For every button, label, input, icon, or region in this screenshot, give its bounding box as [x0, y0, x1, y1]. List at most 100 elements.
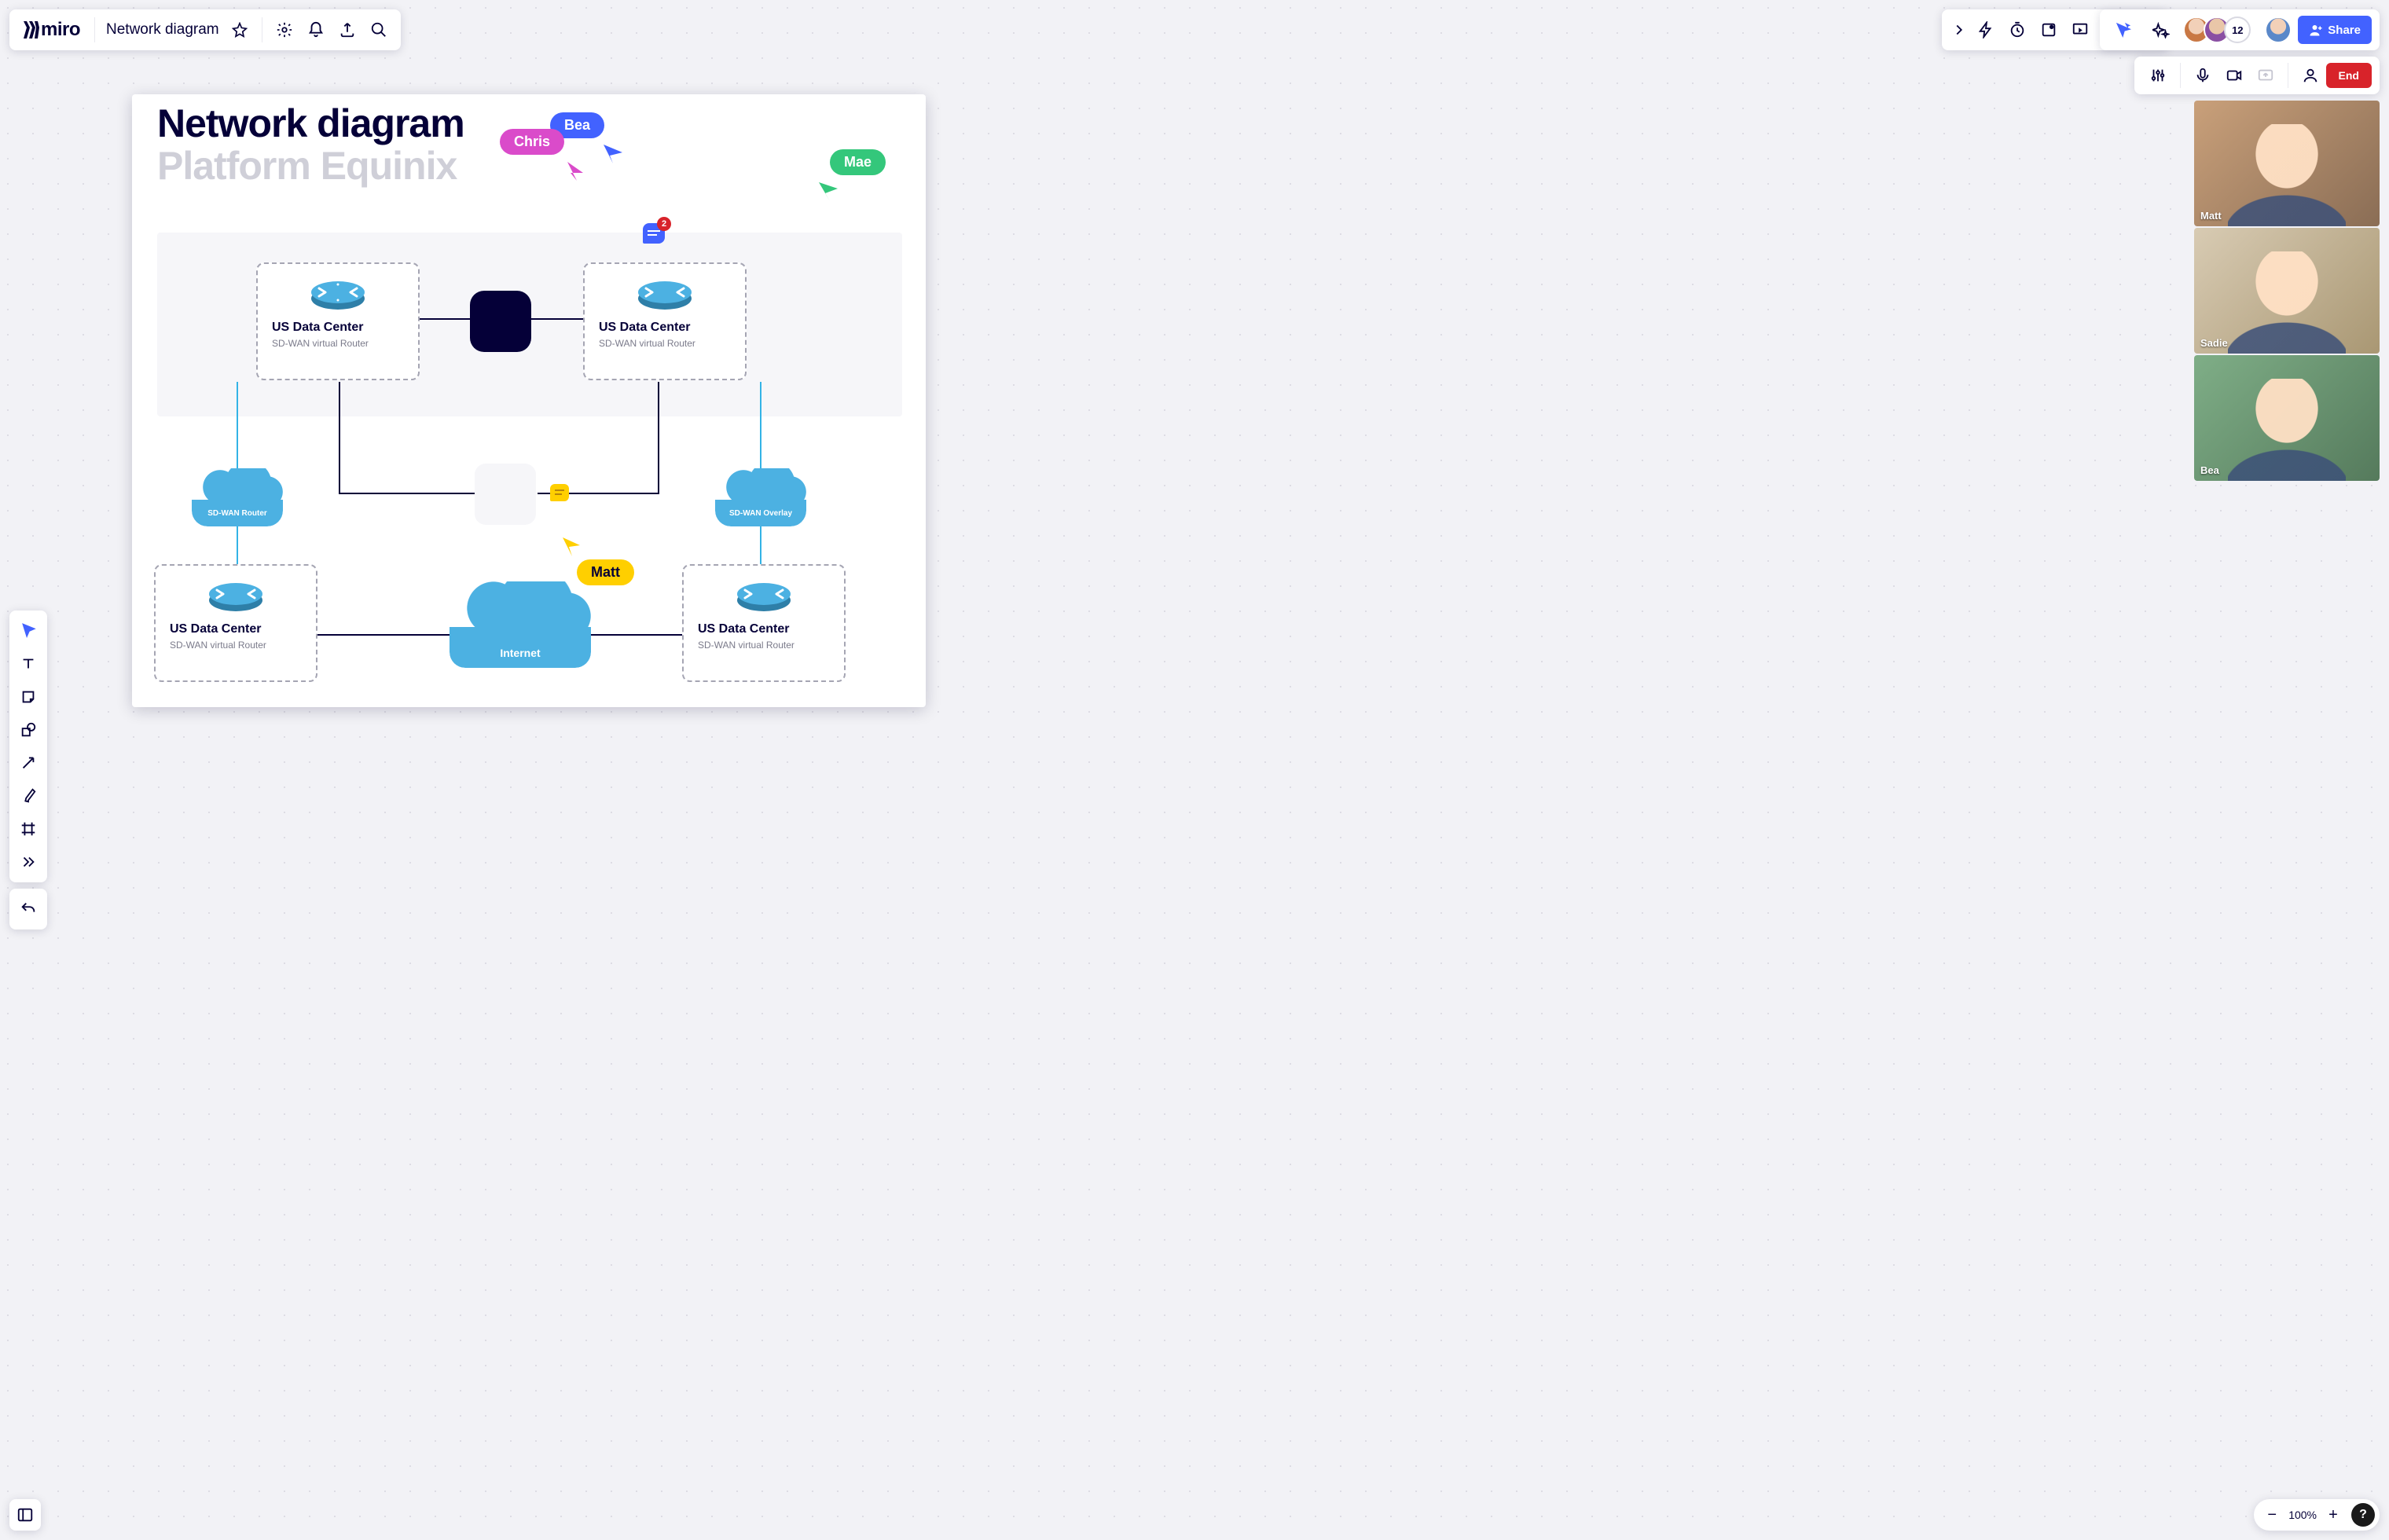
live-bar: End	[2134, 57, 2380, 94]
timer-icon	[2009, 21, 2026, 38]
end-call-button[interactable]: End	[2326, 63, 2372, 88]
video-tile[interactable]: Matt	[2194, 101, 2380, 226]
comment-thread[interactable]: 2	[643, 223, 665, 244]
node-title: US Data Center	[599, 321, 731, 335]
camera-button[interactable]	[2218, 60, 2250, 91]
title-line1: Network diagram	[157, 102, 464, 145]
gear-icon	[276, 21, 293, 38]
screenshare-icon	[2257, 67, 2274, 84]
cursor-icon	[20, 622, 37, 640]
avatar-stack[interactable]: 12	[2183, 16, 2251, 43]
undo-button[interactable]	[13, 893, 44, 925]
network-block[interactable]	[470, 291, 531, 352]
text-icon	[20, 655, 37, 673]
voting-button[interactable]	[2033, 14, 2064, 46]
quick-action-button[interactable]	[1970, 14, 2002, 46]
zoom-out-button[interactable]: −	[2259, 1502, 2285, 1528]
video-tile[interactable]: Sadie	[2194, 228, 2380, 354]
presentation-icon	[2072, 21, 2089, 38]
shapes-icon	[20, 721, 37, 739]
frame-tool[interactable]	[13, 813, 44, 845]
notifications-button[interactable]	[300, 14, 332, 46]
cursor-arrow-matt	[563, 537, 582, 556]
topbar-left: miro Network diagram	[9, 9, 401, 50]
video-tile[interactable]: Bea	[2194, 355, 2380, 481]
cloud-sdwan-overlay[interactable]: SD-WAN Overlay	[715, 468, 806, 526]
router-icon	[207, 577, 264, 613]
chevron-double-right-icon	[20, 853, 37, 871]
cursor-arrow-bea	[604, 145, 622, 163]
line-tool[interactable]	[13, 747, 44, 779]
star-icon	[232, 22, 248, 38]
brand-text: miro	[41, 19, 80, 41]
miro-logo-icon	[20, 20, 41, 40]
mic-icon	[2194, 67, 2211, 84]
shape-tool[interactable]	[13, 714, 44, 746]
arrow-icon	[20, 754, 37, 772]
node-dc-4[interactable]: US Data Center SD-WAN virtual Router	[682, 564, 846, 682]
sparkle-icon	[2152, 21, 2170, 38]
settings-button[interactable]	[269, 14, 300, 46]
avatar-overflow[interactable]: 12	[2224, 16, 2251, 43]
search-icon	[370, 21, 387, 38]
divider	[2180, 63, 2181, 88]
router-icon	[637, 275, 693, 311]
pen-tool[interactable]	[13, 780, 44, 812]
topbar-right: 12 Share	[2100, 9, 2380, 50]
canvas[interactable]: Network diagram Platform Equinix US Data…	[0, 0, 2389, 1540]
star-button[interactable]	[224, 14, 255, 46]
tool-group-undo	[9, 889, 47, 930]
tool-group-main	[9, 610, 47, 882]
cursor-mode-button[interactable]	[2108, 14, 2139, 46]
live-settings-button[interactable]	[2142, 60, 2174, 91]
left-toolbar	[9, 610, 47, 930]
video-name: Bea	[2200, 464, 2219, 476]
timer-button[interactable]	[2002, 14, 2033, 46]
node-title: US Data Center	[698, 622, 830, 636]
node-dc-1[interactable]: US Data Center SD-WAN virtual Router	[256, 262, 420, 380]
cursor-arrow-chris	[567, 162, 586, 181]
node-dc-2[interactable]: US Data Center SD-WAN virtual Router	[583, 262, 747, 380]
help-button[interactable]: ?	[2351, 1503, 2375, 1527]
node-dc-3[interactable]: US Data Center SD-WAN virtual Router	[154, 564, 317, 682]
board-name[interactable]: Network diagram	[101, 21, 224, 38]
share-button[interactable]: Share	[2298, 16, 2372, 44]
comment-note[interactable]	[550, 484, 569, 501]
brand-logo[interactable]: miro	[16, 19, 88, 41]
zoom-in-button[interactable]: +	[2320, 1502, 2347, 1528]
participants-button[interactable]	[2295, 60, 2326, 91]
panel-icon	[17, 1506, 34, 1524]
cursor-label-mae: Mae	[830, 149, 886, 175]
video-name: Sadie	[2200, 337, 2228, 349]
cloud-sdwan-router[interactable]: SD-WAN Router	[192, 468, 283, 526]
lightning-icon	[1977, 21, 1995, 38]
sticky-tool[interactable]	[13, 681, 44, 713]
cursor-multi-icon	[2115, 21, 2132, 38]
node-subtitle: SD-WAN virtual Router	[698, 640, 830, 651]
video-stack: Matt Sadie Bea	[2194, 101, 2380, 481]
avatar-self[interactable]	[2265, 16, 2292, 43]
search-button[interactable]	[363, 14, 394, 46]
zoom-level[interactable]: 100%	[2285, 1509, 2320, 1521]
person-plus-icon	[2309, 23, 2323, 37]
cloud-internet[interactable]: Internet	[450, 581, 591, 668]
more-tools[interactable]	[13, 846, 44, 878]
placeholder-block[interactable]	[475, 464, 536, 525]
mic-button[interactable]	[2187, 60, 2218, 91]
screenshare-button[interactable]	[2250, 60, 2281, 91]
divider	[94, 17, 95, 42]
cursor-arrow-mae	[819, 182, 838, 201]
sticky-icon	[20, 688, 37, 706]
export-button[interactable]	[332, 14, 363, 46]
bell-icon	[307, 21, 325, 38]
collapse-button[interactable]	[1948, 14, 1970, 46]
person-icon	[2302, 67, 2319, 84]
reactions-button[interactable]	[2145, 14, 2177, 46]
panel-toggle-button[interactable]	[9, 1499, 41, 1531]
select-tool[interactable]	[13, 615, 44, 647]
diagram-title: Network diagram Platform Equinix	[157, 102, 464, 187]
present-button[interactable]	[2064, 14, 2096, 46]
pen-icon	[20, 787, 37, 805]
node-title: US Data Center	[170, 622, 302, 636]
text-tool[interactable]	[13, 648, 44, 680]
